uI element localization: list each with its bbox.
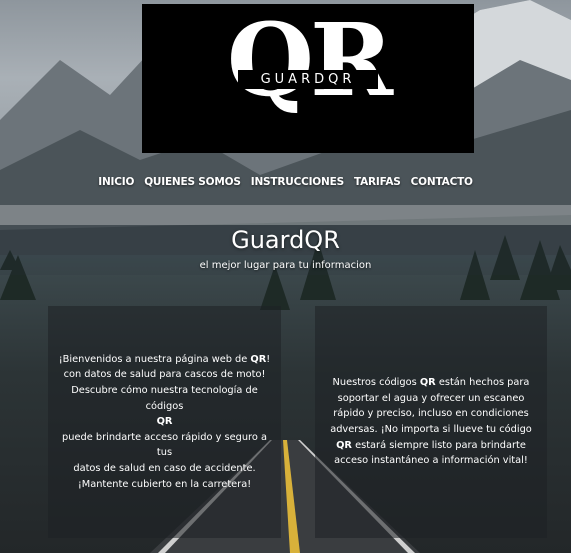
logo-subtitle: GUARDQR <box>238 70 378 89</box>
qr-emphasis: QR <box>250 353 267 365</box>
qr-emphasis: QR <box>336 439 352 451</box>
page-subtitle: el mejor lugar para tu informacion <box>199 260 372 271</box>
nav-band <box>0 205 571 225</box>
welcome-line: ¡Bienvenidos a nuestra página web de <box>58 353 251 365</box>
welcome-line: puede brindarte acceso rápido y seguro a… <box>62 431 267 459</box>
nav-tarifas[interactable]: TARIFAS <box>354 176 401 188</box>
logo[interactable]: QR GUARDQR <box>142 4 474 153</box>
nav-contacto[interactable]: CONTACTO <box>411 176 473 188</box>
logo-letters: QR <box>226 4 393 119</box>
waterproof-text-part: Nuestros códigos <box>332 377 420 389</box>
nav-quienes-somos[interactable]: QUIENES SOMOS <box>144 176 241 188</box>
welcome-text: ¡Bienvenidos a nuestra página web de QR!… <box>58 352 271 492</box>
qr-emphasis: QR <box>419 377 436 389</box>
waterproof-card: Nuestros códigos QR están hechos para so… <box>315 306 547 538</box>
welcome-line: Descubre cómo nuestra tecnología de códi… <box>71 385 258 412</box>
waterproof-text: Nuestros códigos QR están hechos para so… <box>327 375 535 469</box>
welcome-card: ¡Bienvenidos a nuestra página web de QR!… <box>48 306 281 538</box>
nav-inicio[interactable]: INICIO <box>98 176 134 188</box>
nav-instrucciones[interactable]: INSTRUCCIONES <box>251 176 344 188</box>
qr-emphasis: QR <box>156 416 173 428</box>
welcome-line: datos de salud en caso de accidente. <box>73 462 256 474</box>
welcome-line: con datos de salud para cascos de moto! <box>63 369 266 381</box>
welcome-line: ¡Mantente cubierto en la carretera! <box>77 478 252 490</box>
welcome-line-end: ! <box>266 353 271 365</box>
waterproof-text-part: estará siempre listo para brindarte acce… <box>334 439 528 467</box>
main-nav: INICIO QUIENES SOMOS INSTRUCCIONES TARIF… <box>0 176 571 188</box>
page-title: GuardQR <box>231 226 340 254</box>
